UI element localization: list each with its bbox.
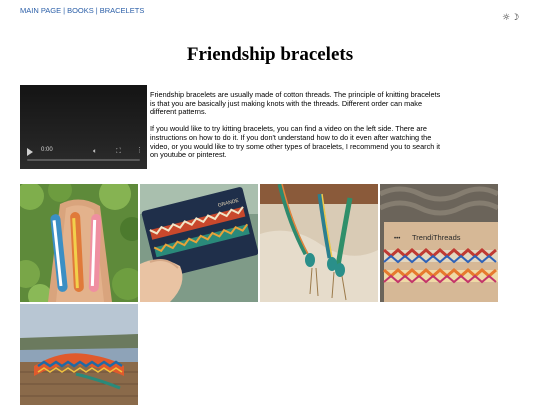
bracelet-photo-trendithreads-card: TrendiThreads •••: [380, 184, 498, 302]
nav-separator: |: [95, 6, 98, 15]
nav-separator: |: [63, 6, 66, 15]
nav-link-main-page[interactable]: MAIN PAGE: [20, 6, 61, 15]
card-dots: •••: [394, 236, 400, 242]
moon-icon[interactable]: ☽: [511, 13, 520, 23]
intro-paragraph: If you would like to try kitting bracele…: [150, 124, 440, 160]
more-options-icon[interactable]: ⋮: [136, 146, 143, 154]
page-title: Friendship bracelets: [186, 44, 354, 65]
play-icon[interactable]: [27, 148, 33, 156]
card-brand-text: TrendiThreads: [412, 233, 461, 242]
bracelet-photo-card-hand: GRANDE: [140, 184, 258, 302]
video-controls: 0:00 🔈︎ ⛶ ⋮: [20, 139, 147, 169]
intro-paragraph: Friendship bracelets are usually made of…: [150, 90, 441, 117]
video-progress-bar[interactable]: [27, 159, 140, 161]
video-player[interactable]: 0:00 🔈︎ ⛶ ⋮: [20, 85, 147, 169]
volume-icon[interactable]: 🔈︎: [93, 147, 97, 156]
fullscreen-icon[interactable]: ⛶: [116, 147, 121, 156]
bracelet-photo-hanging: [260, 184, 378, 302]
bracelet-photo-wood: [20, 304, 138, 405]
theme-toggle: ☼☽: [502, 13, 520, 23]
breadcrumb-nav: MAIN PAGE | BOOKS | BRACELETS: [20, 6, 144, 15]
bracelet-photo-wrist: [20, 184, 138, 302]
sun-icon[interactable]: ☼: [502, 13, 511, 23]
intro-text: Friendship bracelets are usually made of…: [150, 90, 445, 160]
nav-link-bracelets[interactable]: BRACELETS: [100, 6, 145, 15]
nav-link-books[interactable]: BOOKS: [67, 6, 94, 15]
video-time: 0:00: [41, 147, 53, 153]
